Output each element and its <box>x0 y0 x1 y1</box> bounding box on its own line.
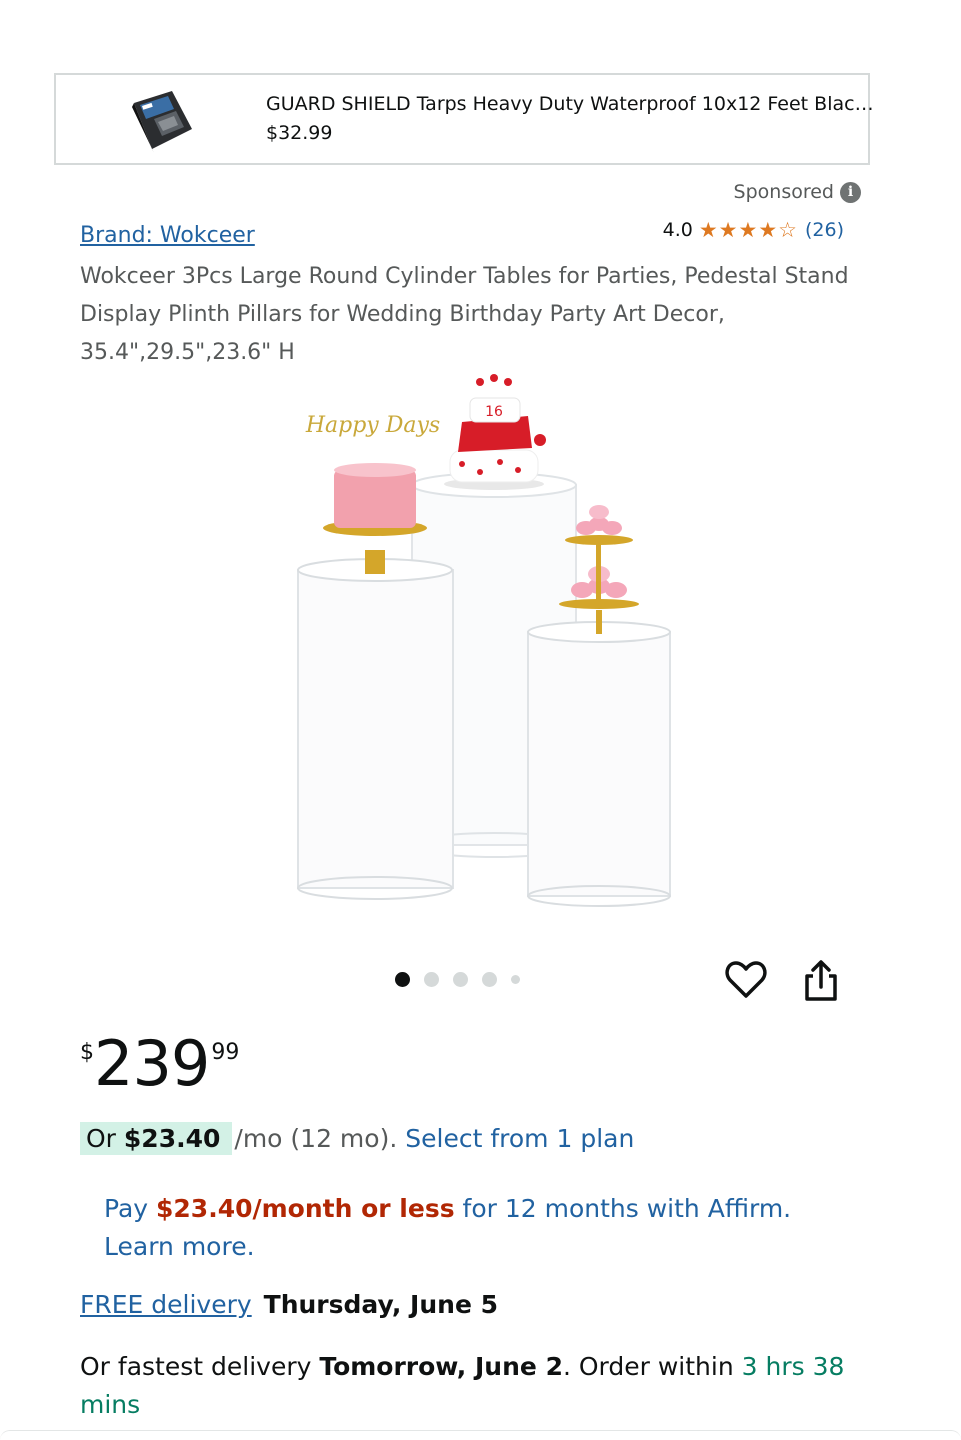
free-delivery-date: Thursday, June 5 <box>263 1290 499 1319</box>
order-within-text: . Order within <box>562 1352 742 1381</box>
fastest-delivery: Or fastest delivery Tomorrow, June 2. Or… <box>80 1348 870 1424</box>
monthly-terms: /mo (12 mo). <box>234 1124 398 1153</box>
sponsored-product-card[interactable]: GUARD SHIELD Tarps Heavy Duty Waterproof… <box>54 73 874 165</box>
star-filled-icon: ★ <box>758 217 778 242</box>
carousel-dot[interactable] <box>453 972 468 987</box>
free-delivery: FREE delivery Thursday, June 5 <box>80 1290 498 1319</box>
affirm-pay-text: Pay <box>104 1194 157 1223</box>
sponsored-label[interactable]: Sponsored i <box>734 181 861 203</box>
image-carousel-dots[interactable] <box>395 972 520 987</box>
monthly-payment: Or $23.40 /mo (12 mo). Select from 1 pla… <box>80 1122 634 1155</box>
star-filled-icon: ★ <box>718 217 738 242</box>
select-plan-link[interactable]: Select from 1 plan <box>405 1124 634 1153</box>
sponsored-text: Sponsored <box>733 181 834 203</box>
monthly-amount: $23.40 <box>123 1124 221 1153</box>
cake-topper-text: Happy Days <box>305 413 440 438</box>
rating-summary[interactable]: 4.0 ★ ★ ★ ★ ☆ (26) <box>663 219 844 241</box>
bottom-sheet-edge <box>0 1430 961 1440</box>
rating-value: 4.0 <box>662 219 693 241</box>
fastest-prefix: Or fastest delivery <box>80 1352 320 1381</box>
star-filled-icon: ★ <box>698 217 718 242</box>
heart-icon[interactable] <box>725 960 767 1000</box>
info-icon[interactable]: i <box>840 181 861 203</box>
price-symbol: $ <box>80 1040 94 1065</box>
cake-number: 16 <box>485 404 503 420</box>
star-empty-icon: ☆ <box>778 217 797 242</box>
carousel-dot[interactable] <box>424 972 439 987</box>
monthly-badge: Or $23.40 <box>80 1122 233 1155</box>
product-image[interactable]: Happy Days 16 <box>290 370 680 920</box>
price-whole: 239 <box>94 1027 210 1100</box>
star-filled-icon: ★ <box>738 217 758 242</box>
product-price: $ 239 99 <box>80 1028 239 1100</box>
sponsored-product-title[interactable]: GUARD SHIELD Tarps Heavy Duty Waterproof… <box>266 93 874 115</box>
rating-stars: ★ ★ ★ ★ ☆ <box>698 217 797 242</box>
left-cylinder <box>297 558 454 900</box>
affirm-offer[interactable]: Pay $23.40/month or less for 12 months w… <box>104 1190 824 1266</box>
rating-count-link[interactable]: (26) <box>805 219 844 241</box>
sponsored-product-price: $32.99 <box>266 122 333 144</box>
carousel-dot[interactable] <box>482 972 497 987</box>
product-title: Wokceer 3Pcs Large Round Cylinder Tables… <box>80 264 849 365</box>
right-cylinder <box>527 621 671 907</box>
brand-link[interactable]: Brand: Wokceer <box>80 223 255 248</box>
price-fraction: 99 <box>211 1040 240 1065</box>
carousel-dot[interactable] <box>395 972 410 987</box>
fastest-date: Tomorrow, June 2 <box>319 1352 563 1381</box>
affirm-amount: $23.40/month or less <box>156 1194 455 1223</box>
share-icon[interactable] <box>803 960 839 1002</box>
free-delivery-link[interactable]: FREE delivery <box>80 1290 252 1319</box>
tarp-package-icon <box>132 91 192 153</box>
carousel-dot[interactable] <box>511 975 520 984</box>
birthday-cake: 16 <box>444 374 546 490</box>
